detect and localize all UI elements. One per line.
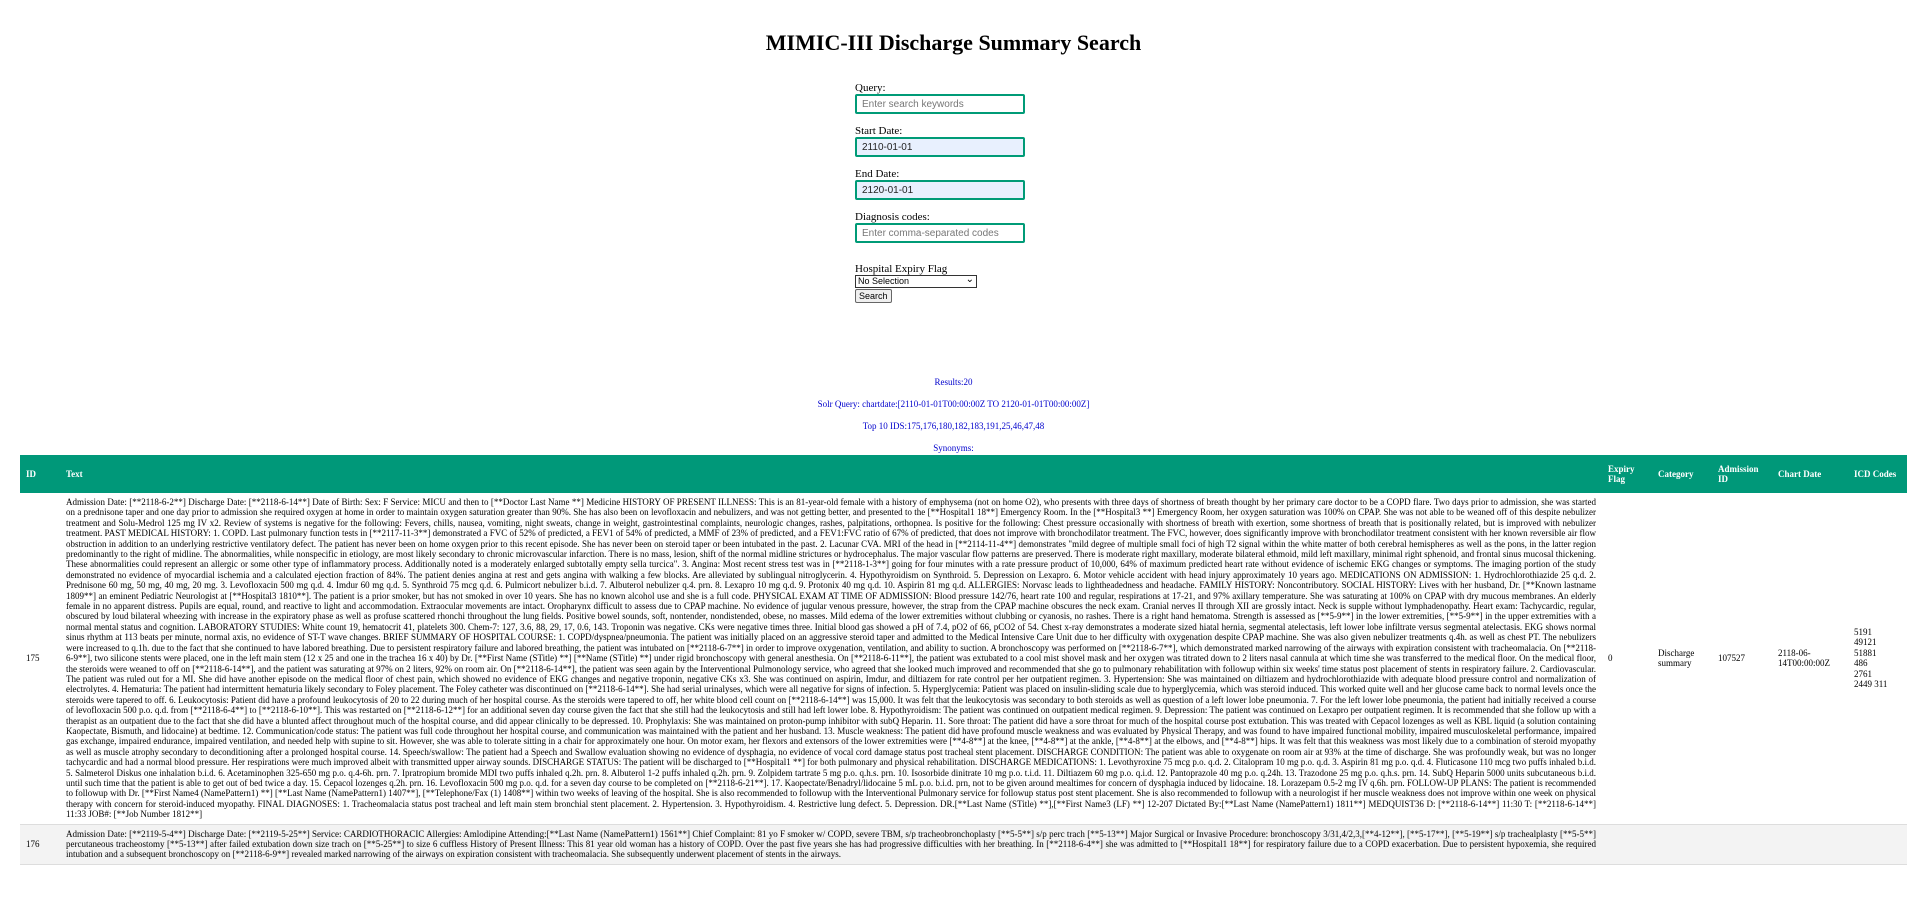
cell-expiry: 0 xyxy=(1608,653,1613,664)
cell-category: Discharge summary xyxy=(1658,647,1695,669)
diagnosis-codes-input[interactable] xyxy=(855,223,1025,243)
cell-id: 176 xyxy=(26,839,40,849)
end-date-field: End Date: xyxy=(855,168,1115,200)
icd-code: 51881 xyxy=(1854,647,1877,658)
end-date-input[interactable] xyxy=(855,180,1025,200)
results-table: ID Text Expiry Flag Category Admission I… xyxy=(20,455,1907,865)
icd-code: 486 xyxy=(1854,658,1868,669)
expiry-select[interactable]: No Selection ⌄ xyxy=(855,274,977,288)
synonyms: Synonyms: xyxy=(933,443,974,453)
chevron-down-icon: ⌄ xyxy=(965,274,974,285)
cell-admission: 107527 xyxy=(1718,653,1745,664)
cell-expiry xyxy=(1602,824,1652,864)
end-date-label: End Date: xyxy=(855,168,900,180)
icd-code: 49121 xyxy=(1854,637,1877,648)
table-row: 176 Admission Date: [**2119-5-4**] Disch… xyxy=(20,824,1907,865)
icd-code: 5191 xyxy=(1854,627,1872,638)
search-form: Query: Start Date: End Date: Diagnosis c… xyxy=(855,82,1115,314)
col-header-icd: ICD Codes xyxy=(1854,469,1897,479)
cell-category xyxy=(1652,824,1712,864)
col-header-expiry: Expiry Flag xyxy=(1608,464,1635,484)
page-title: MIMIC-III Discharge Summary Search xyxy=(765,30,1142,55)
col-header-category: Category xyxy=(1658,469,1694,479)
cell-id: 175 xyxy=(26,653,40,664)
start-date-input[interactable] xyxy=(855,137,1025,157)
diagnosis-codes-field: Diagnosis codes: xyxy=(855,211,1115,243)
cell-chart-date xyxy=(1772,824,1848,864)
expiry-label: Hospital Expiry Flag xyxy=(855,263,948,275)
search-button[interactable]: Search xyxy=(855,289,892,303)
cell-text: Admission Date: [**2118-6-2**] Discharge… xyxy=(66,497,1596,820)
col-header-text: Text xyxy=(66,469,83,479)
start-date-label: Start Date: xyxy=(855,125,903,137)
cell-icd: 5191 49121 51881 486 2761 2449 311 xyxy=(1848,493,1907,824)
results-count: Results:20 xyxy=(934,377,973,387)
expiry-select-value: No Selection xyxy=(858,276,910,286)
col-header-id: ID xyxy=(26,469,37,479)
start-date-field: Start Date: xyxy=(855,125,1115,157)
query-input[interactable] xyxy=(855,94,1025,114)
col-header-chart-date: Chart Date xyxy=(1778,469,1822,479)
cell-chart-date: 2118-06-14T00:00:00Z xyxy=(1778,647,1830,669)
query-field: Query: xyxy=(855,82,1115,114)
icd-code: 2449 311 xyxy=(1854,679,1888,690)
cell-text: Admission Date: [**2119-5-4**] Discharge… xyxy=(66,828,1596,860)
cell-admission xyxy=(1712,824,1772,864)
col-header-admission: Admission ID xyxy=(1718,464,1759,484)
table-row: 175 Admission Date: [**2118-6-2**] Disch… xyxy=(20,493,1907,825)
solr-query: Solr Query: chartdate:[2110-01-01T00:00:… xyxy=(817,399,1090,409)
icd-code: 2761 xyxy=(1854,668,1872,679)
table-header-row: ID Text Expiry Flag Category Admission I… xyxy=(20,455,1907,493)
cell-icd xyxy=(1848,824,1907,864)
expiry-field: Hospital Expiry Flag No Selection ⌄ Sear… xyxy=(855,263,1115,303)
diagnosis-codes-label: Diagnosis codes: xyxy=(855,211,930,223)
query-label: Query: xyxy=(855,82,886,94)
top-ids: Top 10 IDS:175,176,180,182,183,191,25,46… xyxy=(862,421,1045,431)
